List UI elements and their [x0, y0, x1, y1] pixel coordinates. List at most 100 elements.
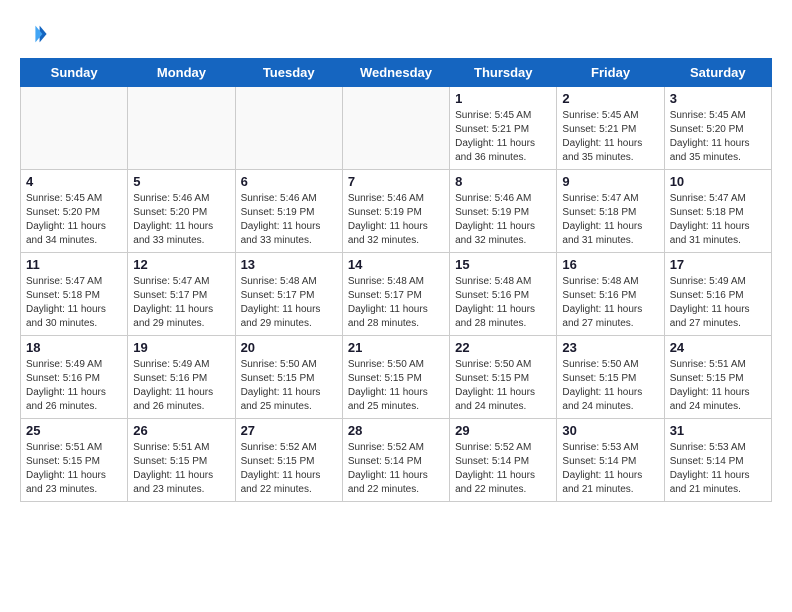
day-number: 23 [562, 340, 658, 355]
calendar-cell: 7 Sunrise: 5:46 AM Sunset: 5:19 PM Daylig… [342, 170, 449, 253]
calendar-cell: 26Sunrise: 5:51 AM Sunset: 5:15 PM Dayli… [128, 419, 235, 502]
day-info: Sunrise: 5:52 AM Sunset: 5:14 PM Dayligh… [348, 441, 444, 497]
day-info: Sunrise: 5:47 AM Sunset: 5:18 PM Dayligh… [562, 192, 658, 248]
day-number: 31 [670, 423, 766, 438]
day-info: Sunrise: 5:52 AM Sunset: 5:15 PM Dayligh… [241, 441, 337, 497]
calendar-cell: 24Sunrise: 5:51 AM Sunset: 5:15 PM Dayli… [664, 336, 771, 419]
day-info: Sunrise: 5:49 AM Sunset: 5:16 PM Dayligh… [670, 275, 766, 331]
calendar-cell: 3 Sunrise: 5:45 AM Sunset: 5:20 PM Daylig… [664, 87, 771, 170]
day-info: Sunrise: 5:49 AM Sunset: 5:16 PM Dayligh… [133, 358, 229, 414]
calendar-week-row: 25 Sunrise: 5:51 AM Sunset: 5:15 PM Dayli… [21, 419, 772, 502]
day-number: 9 [562, 174, 658, 189]
day-info: Sunrise: 5:53 AM Sunset: 5:14 PM Dayligh… [562, 441, 658, 497]
calendar-weekday-tuesday: Tuesday [235, 59, 342, 87]
calendar-cell: 30 Sunrise: 5:53 AM Sunset: 5:14 PM Dayli… [557, 419, 664, 502]
day-number: 27 [241, 423, 337, 438]
calendar-cell: 9 Sunrise: 5:47 AM Sunset: 5:18 PM Daylig… [557, 170, 664, 253]
calendar-cell: 16 Sunrise: 5:48 AM Sunset: 5:16 PM Dayli… [557, 253, 664, 336]
calendar: SundayMondayTuesdayWednesdayThursdayFrid… [20, 58, 772, 502]
calendar-cell: 29Sunrise: 5:52 AM Sunset: 5:14 PM Dayli… [450, 419, 557, 502]
calendar-cell: 25 Sunrise: 5:51 AM Sunset: 5:15 PM Dayli… [21, 419, 128, 502]
day-info: Sunrise: 5:48 AM Sunset: 5:17 PM Dayligh… [241, 275, 337, 331]
day-number: 11 [26, 257, 122, 272]
calendar-cell: 1 Sunrise: 5:45 AM Sunset: 5:21 PM Daylig… [450, 87, 557, 170]
calendar-cell: 4 Sunrise: 5:45 AM Sunset: 5:20 PM Daylig… [21, 170, 128, 253]
calendar-cell: 2 Sunrise: 5:45 AM Sunset: 5:21 PM Daylig… [557, 87, 664, 170]
day-number: 6 [241, 174, 337, 189]
calendar-cell: 10 Sunrise: 5:47 AM Sunset: 5:18 PM Dayli… [664, 170, 771, 253]
calendar-cell: 18 Sunrise: 5:49 AM Sunset: 5:16 PM Dayli… [21, 336, 128, 419]
calendar-cell: 12Sunrise: 5:47 AM Sunset: 5:17 PM Dayli… [128, 253, 235, 336]
day-number: 16 [562, 257, 658, 272]
day-number: 25 [26, 423, 122, 438]
calendar-cell [21, 87, 128, 170]
day-number: 2 [562, 91, 658, 106]
calendar-weekday-sunday: Sunday [21, 59, 128, 87]
day-number: 7 [348, 174, 444, 189]
day-info: Sunrise: 5:51 AM Sunset: 5:15 PM Dayligh… [133, 441, 229, 497]
calendar-cell [342, 87, 449, 170]
calendar-cell: 19 Sunrise: 5:49 AM Sunset: 5:16 PM Dayli… [128, 336, 235, 419]
calendar-week-row: 11 Sunrise: 5:47 AM Sunset: 5:18 PM Dayli… [21, 253, 772, 336]
calendar-weekday-wednesday: Wednesday [342, 59, 449, 87]
calendar-week-row: 4 Sunrise: 5:45 AM Sunset: 5:20 PM Daylig… [21, 170, 772, 253]
day-info: Sunrise: 5:47 AM Sunset: 5:18 PM Dayligh… [670, 192, 766, 248]
calendar-header-row: SundayMondayTuesdayWednesdayThursdayFrid… [21, 59, 772, 87]
day-number: 30 [562, 423, 658, 438]
calendar-week-row: 18 Sunrise: 5:49 AM Sunset: 5:16 PM Dayli… [21, 336, 772, 419]
day-info: Sunrise: 5:46 AM Sunset: 5:19 PM Dayligh… [348, 192, 444, 248]
day-number: 4 [26, 174, 122, 189]
day-number: 13 [241, 257, 337, 272]
day-info: Sunrise: 5:52 AM Sunset: 5:14 PM Dayligh… [455, 441, 551, 497]
calendar-cell: 22 Sunrise: 5:50 AM Sunset: 5:15 PM Dayli… [450, 336, 557, 419]
day-number: 8 [455, 174, 551, 189]
day-number: 14 [348, 257, 444, 272]
day-info: Sunrise: 5:46 AM Sunset: 5:19 PM Dayligh… [455, 192, 551, 248]
calendar-cell: 11 Sunrise: 5:47 AM Sunset: 5:18 PM Dayli… [21, 253, 128, 336]
calendar-weekday-friday: Friday [557, 59, 664, 87]
day-info: Sunrise: 5:50 AM Sunset: 5:15 PM Dayligh… [348, 358, 444, 414]
calendar-weekday-thursday: Thursday [450, 59, 557, 87]
day-number: 18 [26, 340, 122, 355]
calendar-cell: 8 Sunrise: 5:46 AM Sunset: 5:19 PM Daylig… [450, 170, 557, 253]
day-number: 20 [241, 340, 337, 355]
calendar-cell [128, 87, 235, 170]
day-info: Sunrise: 5:53 AM Sunset: 5:14 PM Dayligh… [670, 441, 766, 497]
day-info: Sunrise: 5:45 AM Sunset: 5:21 PM Dayligh… [562, 109, 658, 165]
day-info: Sunrise: 5:48 AM Sunset: 5:16 PM Dayligh… [562, 275, 658, 331]
day-info: Sunrise: 5:47 AM Sunset: 5:18 PM Dayligh… [26, 275, 122, 331]
calendar-week-row: 1 Sunrise: 5:45 AM Sunset: 5:21 PM Daylig… [21, 87, 772, 170]
calendar-cell: 13 Sunrise: 5:48 AM Sunset: 5:17 PM Dayli… [235, 253, 342, 336]
logo [20, 20, 52, 48]
day-info: Sunrise: 5:45 AM Sunset: 5:20 PM Dayligh… [26, 192, 122, 248]
day-info: Sunrise: 5:45 AM Sunset: 5:21 PM Dayligh… [455, 109, 551, 165]
day-info: Sunrise: 5:50 AM Sunset: 5:15 PM Dayligh… [562, 358, 658, 414]
calendar-weekday-monday: Monday [128, 59, 235, 87]
day-info: Sunrise: 5:45 AM Sunset: 5:20 PM Dayligh… [670, 109, 766, 165]
day-info: Sunrise: 5:50 AM Sunset: 5:15 PM Dayligh… [455, 358, 551, 414]
day-info: Sunrise: 5:51 AM Sunset: 5:15 PM Dayligh… [26, 441, 122, 497]
calendar-cell: 27 Sunrise: 5:52 AM Sunset: 5:15 PM Dayli… [235, 419, 342, 502]
day-number: 5 [133, 174, 229, 189]
day-info: Sunrise: 5:46 AM Sunset: 5:19 PM Dayligh… [241, 192, 337, 248]
day-number: 15 [455, 257, 551, 272]
day-info: Sunrise: 5:50 AM Sunset: 5:15 PM Dayligh… [241, 358, 337, 414]
calendar-cell: 15 Sunrise: 5:48 AM Sunset: 5:16 PM Dayli… [450, 253, 557, 336]
calendar-cell: 28Sunrise: 5:52 AM Sunset: 5:14 PM Dayli… [342, 419, 449, 502]
page-header [20, 20, 772, 48]
calendar-cell: 31 Sunrise: 5:53 AM Sunset: 5:14 PM Dayli… [664, 419, 771, 502]
day-info: Sunrise: 5:49 AM Sunset: 5:16 PM Dayligh… [26, 358, 122, 414]
day-info: Sunrise: 5:51 AM Sunset: 5:15 PM Dayligh… [670, 358, 766, 414]
day-number: 3 [670, 91, 766, 106]
day-number: 1 [455, 91, 551, 106]
day-info: Sunrise: 5:48 AM Sunset: 5:17 PM Dayligh… [348, 275, 444, 331]
day-info: Sunrise: 5:48 AM Sunset: 5:16 PM Dayligh… [455, 275, 551, 331]
calendar-cell: 21Sunrise: 5:50 AM Sunset: 5:15 PM Dayli… [342, 336, 449, 419]
day-number: 22 [455, 340, 551, 355]
calendar-cell: 14 Sunrise: 5:48 AM Sunset: 5:17 PM Dayli… [342, 253, 449, 336]
day-number: 12 [133, 257, 229, 272]
day-number: 19 [133, 340, 229, 355]
day-info: Sunrise: 5:46 AM Sunset: 5:20 PM Dayligh… [133, 192, 229, 248]
day-number: 10 [670, 174, 766, 189]
calendar-cell: 5 Sunrise: 5:46 AM Sunset: 5:20 PM Daylig… [128, 170, 235, 253]
